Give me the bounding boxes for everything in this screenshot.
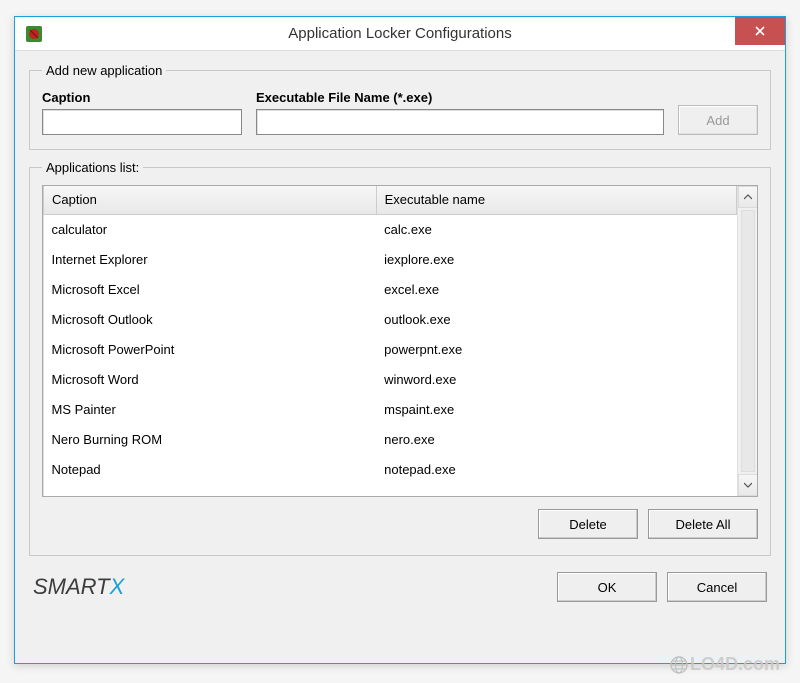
- logo-text: SMART: [33, 574, 110, 600]
- titlebar[interactable]: Application Locker Configurations: [15, 17, 785, 51]
- applications-list[interactable]: Caption Executable name calculatorcalc.e…: [42, 185, 758, 497]
- delete-all-button[interactable]: Delete All: [648, 509, 758, 539]
- applications-table-wrap: Caption Executable name calculatorcalc.e…: [43, 186, 737, 496]
- scroll-up-button[interactable]: [738, 186, 758, 208]
- cell-caption: calculator: [44, 214, 377, 244]
- applications-table: Caption Executable name calculatorcalc.e…: [43, 186, 737, 484]
- table-row[interactable]: Microsoft Outlookoutlook.exe: [44, 304, 737, 334]
- cell-caption: Microsoft PowerPoint: [44, 334, 377, 364]
- cell-caption: Microsoft Excel: [44, 274, 377, 304]
- add-application-group: Add new application Caption Executable F…: [29, 63, 771, 150]
- app-icon: [25, 25, 43, 43]
- table-header-row: Caption Executable name: [44, 186, 737, 214]
- cell-caption: Notepad: [44, 454, 377, 484]
- ok-button[interactable]: OK: [557, 572, 657, 602]
- exe-label: Executable File Name (*.exe): [256, 90, 664, 105]
- cell-caption: Microsoft Outlook: [44, 304, 377, 334]
- delete-button[interactable]: Delete: [538, 509, 638, 539]
- exe-field-wrap: Executable File Name (*.exe): [256, 90, 664, 135]
- list-buttons-row: Delete Delete All: [42, 509, 758, 539]
- table-row[interactable]: Internet Exploreriexplore.exe: [44, 244, 737, 274]
- close-button[interactable]: [735, 17, 785, 45]
- col-caption-header[interactable]: Caption: [44, 186, 377, 214]
- window-title: Application Locker Configurations: [15, 25, 785, 42]
- cell-exe: outlook.exe: [376, 304, 736, 334]
- dialog-content: Add new application Caption Executable F…: [15, 51, 785, 614]
- cell-exe: nero.exe: [376, 424, 736, 454]
- table-row[interactable]: Microsoft Wordwinword.exe: [44, 364, 737, 394]
- dialog-footer: SMARTX OK Cancel: [29, 572, 771, 602]
- table-row[interactable]: calculatorcalc.exe: [44, 214, 737, 244]
- smartx-logo: SMARTX: [33, 574, 124, 600]
- cell-exe: calc.exe: [376, 214, 736, 244]
- cell-exe: winword.exe: [376, 364, 736, 394]
- applications-list-legend: Applications list:: [42, 160, 143, 175]
- exe-input[interactable]: [256, 109, 664, 135]
- cell-exe: mspaint.exe: [376, 394, 736, 424]
- caption-label: Caption: [42, 90, 242, 105]
- cell-exe: powerpnt.exe: [376, 334, 736, 364]
- cell-caption: Nero Burning ROM: [44, 424, 377, 454]
- table-row[interactable]: Nero Burning ROMnero.exe: [44, 424, 737, 454]
- add-button[interactable]: Add: [678, 105, 758, 135]
- table-row[interactable]: Notepadnotepad.exe: [44, 454, 737, 484]
- cancel-button[interactable]: Cancel: [667, 572, 767, 602]
- dialog-buttons: OK Cancel: [557, 572, 767, 602]
- dialog-window: Application Locker Configurations Add ne…: [14, 16, 786, 664]
- cell-exe: excel.exe: [376, 274, 736, 304]
- table-row[interactable]: Microsoft Excelexcel.exe: [44, 274, 737, 304]
- cell-exe: notepad.exe: [376, 454, 736, 484]
- scroll-down-button[interactable]: [738, 474, 758, 496]
- close-icon: [755, 26, 765, 36]
- caption-input[interactable]: [42, 109, 242, 135]
- logo-accent: X: [110, 574, 125, 600]
- applications-list-group: Applications list: Caption Executable na…: [29, 160, 771, 556]
- add-row: Caption Executable File Name (*.exe) Add: [42, 90, 758, 135]
- chevron-down-icon: [744, 482, 752, 488]
- col-exe-header[interactable]: Executable name: [376, 186, 736, 214]
- caption-field-wrap: Caption: [42, 90, 242, 135]
- scroll-thumb[interactable]: [741, 210, 755, 472]
- cell-caption: Microsoft Word: [44, 364, 377, 394]
- cell-caption: Internet Explorer: [44, 244, 377, 274]
- add-application-legend: Add new application: [42, 63, 166, 78]
- chevron-up-icon: [744, 194, 752, 200]
- list-scrollbar[interactable]: [737, 186, 757, 496]
- table-row[interactable]: Microsoft PowerPointpowerpnt.exe: [44, 334, 737, 364]
- cell-exe: iexplore.exe: [376, 244, 736, 274]
- table-row[interactable]: MS Paintermspaint.exe: [44, 394, 737, 424]
- cell-caption: MS Painter: [44, 394, 377, 424]
